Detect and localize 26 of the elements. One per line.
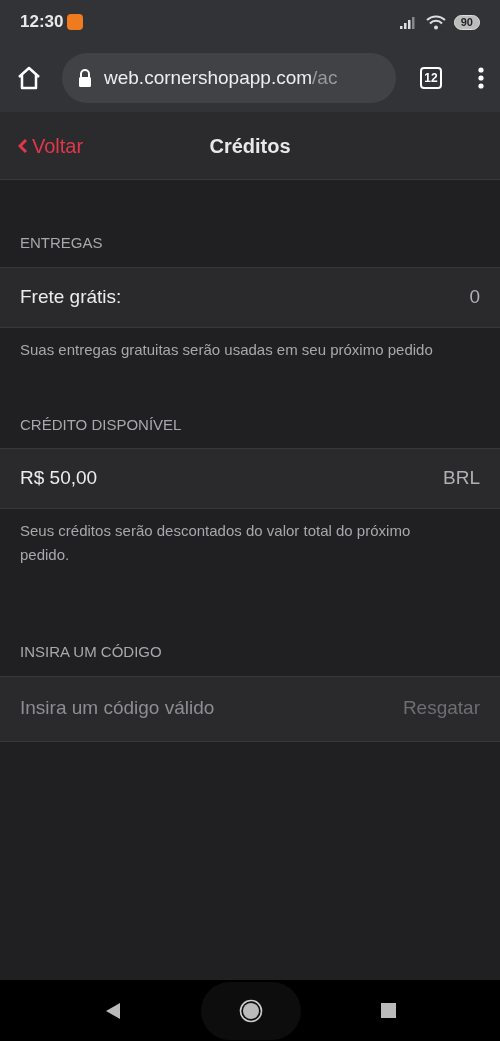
tab-count-button[interactable]: 12 — [420, 67, 442, 89]
section-title: ENTREGAS — [19, 233, 104, 253]
section-note: Suas entregas gratuitas serão usadas em seu próximo pedido — [19, 339, 434, 360]
recents-nav-icon[interactable] — [380, 1003, 396, 1018]
home-nav-icon — [238, 998, 263, 1023]
section-note: Seus créditos serão descontados do valor total do próximo pedido. — [19, 521, 412, 565]
more-icon[interactable] — [478, 67, 484, 89]
page-title: Créditos — [209, 133, 291, 159]
section-title: CRÉDITO DISPONÍVEL — [19, 414, 183, 435]
row-label: Frete grátis: — [20, 284, 122, 309]
signal-icon — [399, 15, 418, 29]
battery-indicator: 90 — [453, 14, 480, 30]
row-value: 0 — [469, 284, 480, 309]
row-value: BRL — [443, 466, 480, 491]
wifi-icon — [425, 14, 446, 30]
lock-icon — [78, 69, 92, 87]
home-icon[interactable] — [16, 66, 42, 90]
back-button[interactable]: Voltar — [18, 130, 84, 161]
back-nav-icon[interactable] — [104, 1001, 121, 1020]
row-label: R$ 50,00 — [20, 466, 98, 491]
status-time: 12:30 — [20, 11, 64, 34]
chevron-left-icon — [18, 137, 28, 154]
url-text: web.cornershopapp.com/ac — [104, 65, 338, 90]
notification-icon — [67, 14, 84, 30]
section-title: INSIRA UM CÓDIGO — [19, 642, 163, 662]
address-bar[interactable]: web.cornershopapp.com/ac — [62, 53, 396, 103]
